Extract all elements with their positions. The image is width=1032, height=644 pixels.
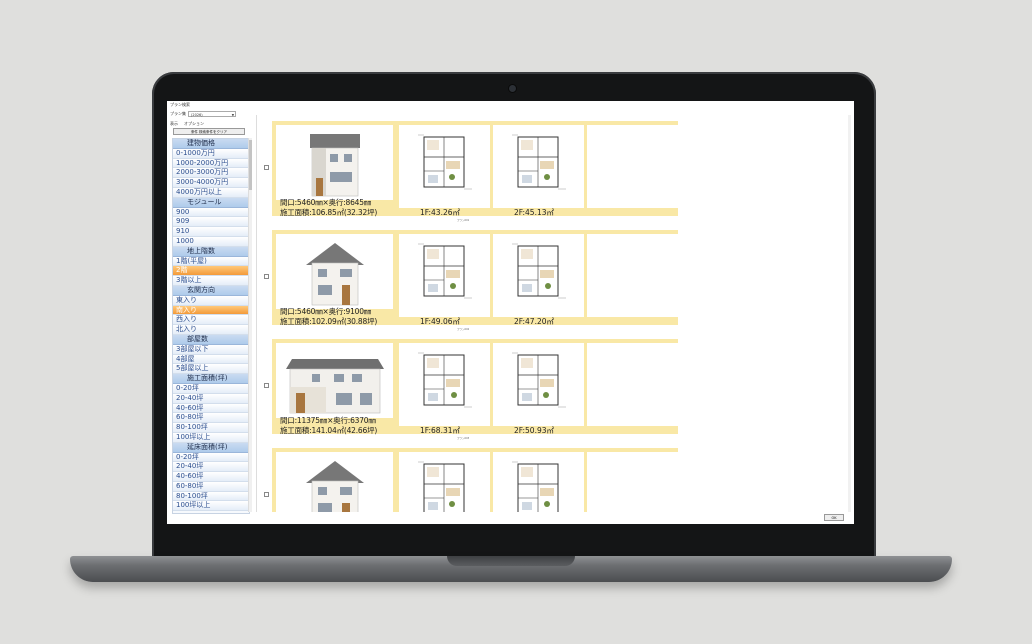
empty-cell xyxy=(587,452,678,512)
plan-area: 施工面積:141.04㎡(42.66坪) xyxy=(280,426,378,435)
filter-option[interactable]: 100坪以上 xyxy=(173,432,249,443)
plan-area: 施工面積:106.85㎡(32.32坪) xyxy=(280,208,378,217)
filter-option[interactable]: 1階(平屋) xyxy=(173,256,249,267)
plan-caption: プラン001 xyxy=(457,219,470,222)
filter-section-header: 地上階数 xyxy=(173,246,249,257)
empty-cell xyxy=(587,234,678,317)
filter-option[interactable]: 20-40坪 xyxy=(173,462,249,473)
filter-option[interactable]: 1000 xyxy=(173,236,249,247)
menu-item-view[interactable]: 表示 xyxy=(170,121,178,127)
plan-card[interactable]: 間口:11375㎜×奥行:6370㎜ 施工面積:141.04㎡(42.66坪) 1F… xyxy=(272,339,678,435)
filter-option[interactable]: 4000万円以上 xyxy=(173,187,249,198)
filter-option[interactable]: 0-20坪 xyxy=(173,452,249,463)
filter-option[interactable]: 3000-4000万円 xyxy=(173,178,249,188)
floor2-area: 2F:47.20㎡ xyxy=(514,317,555,326)
filter-option[interactable]: 40-60坪 xyxy=(173,472,249,482)
plan-caption: プラン003 xyxy=(457,437,470,440)
plan-caption: プラン002 xyxy=(457,328,470,331)
house-exterior-image xyxy=(276,452,393,512)
floor1-area: 1F:49.06㎡ xyxy=(420,317,461,326)
filter-option[interactable]: 910 xyxy=(173,227,249,237)
filter-section-header: 部屋数 xyxy=(173,334,249,345)
floor-plan-image xyxy=(399,452,490,512)
filter-option[interactable]: 60-80坪 xyxy=(173,481,249,492)
plan-set-select[interactable]: (2026) ▼ xyxy=(188,111,236,117)
plan-checkbox[interactable] xyxy=(264,492,269,497)
filter-option[interactable]: 東入り xyxy=(173,295,249,306)
plan-card[interactable] xyxy=(272,448,678,512)
filter-option[interactable]: 5部屋以上 xyxy=(173,364,249,375)
filter-section-header: 施工面積(坪) xyxy=(173,374,249,384)
filter-option[interactable]: 20-40坪 xyxy=(173,393,249,404)
floor-plan-image xyxy=(493,125,584,208)
window-title: プラン検索 xyxy=(170,102,190,107)
filter-option[interactable]: 1000-2000万円 xyxy=(173,158,249,169)
plan-results-pane: 間口:5460㎜×奥行:8645㎜ 施工面積:106.85㎡(32.32坪) 1F:… xyxy=(256,115,854,512)
filter-option[interactable]: 4部屋 xyxy=(173,354,249,365)
plan-card[interactable]: 間口:5460㎜×奥行:9100㎜ 施工面積:102.09㎡(30.88坪) 1F:… xyxy=(272,230,678,326)
plan-set-row: プラン集 (2026) ▼ xyxy=(170,111,236,117)
floor-plan-image xyxy=(399,125,490,208)
filter-option[interactable]: 西入り xyxy=(173,315,249,326)
house-exterior-image xyxy=(276,343,393,418)
filter-option[interactable]: 40-60坪 xyxy=(173,403,249,414)
filter-option[interactable]: 2000-3000万円 xyxy=(173,168,249,179)
floor-plan-image xyxy=(399,234,490,317)
menu-item-options[interactable]: オプション xyxy=(184,121,204,127)
plan-set-label: プラン集 xyxy=(170,111,186,116)
app-window: プラン検索 プラン集 (2026) ▼ 表示 オプション 条件 検索条件をクリア… xyxy=(167,101,854,524)
sidebar-scrollbar[interactable] xyxy=(248,138,252,512)
menu-bar: 表示 オプション xyxy=(170,121,204,127)
filter-option[interactable]: 909 xyxy=(173,217,249,228)
filter-option[interactable]: 南入り xyxy=(173,305,249,316)
clear-conditions-button[interactable]: 条件 検索条件をクリア xyxy=(173,128,245,135)
plan-checkbox[interactable] xyxy=(264,274,269,279)
ok-button[interactable]: OK xyxy=(824,514,844,521)
filter-option[interactable]: 100坪以上 xyxy=(173,501,249,512)
filter-option[interactable]: 3階以上 xyxy=(173,276,249,286)
plan-checkbox[interactable] xyxy=(264,383,269,388)
floor-plan-image xyxy=(493,343,584,426)
empty-cell xyxy=(587,125,678,208)
filter-option[interactable]: 北入り xyxy=(173,325,249,335)
plan-area: 施工面積:102.09㎡(30.88坪) xyxy=(280,317,378,326)
floor1-area: 1F:43.26㎡ xyxy=(420,208,461,217)
filter-section-header: 建物価格 xyxy=(173,139,249,149)
filter-option[interactable]: 900 xyxy=(173,207,249,218)
house-exterior-image xyxy=(276,125,393,200)
plan-checkbox[interactable] xyxy=(264,165,269,170)
filter-section-header: 玄関方向 xyxy=(173,285,249,296)
house-exterior-image xyxy=(276,234,393,309)
floor-plan-image xyxy=(493,452,584,512)
laptop-base xyxy=(70,556,952,582)
laptop-notch xyxy=(447,556,575,566)
filter-option[interactable]: 80-100坪 xyxy=(173,423,249,433)
empty-cell xyxy=(587,343,678,426)
filter-section-header: モジュール xyxy=(173,197,249,208)
scrollbar-thumb[interactable] xyxy=(249,140,252,190)
floor2-area: 2F:45.13㎡ xyxy=(514,208,555,217)
filter-section-header: 延床面積(坪) xyxy=(173,442,249,453)
results-scrollbar[interactable] xyxy=(848,115,851,512)
plan-card[interactable]: 間口:5460㎜×奥行:8645㎜ 施工面積:106.85㎡(32.32坪) 1F:… xyxy=(272,121,678,217)
filter-option[interactable]: 2階 xyxy=(173,266,249,277)
filter-sidebar: 建物価格 0-1000万円 1000-2000万円 2000-3000万円 3000-4… xyxy=(172,138,250,514)
plan-set-value: (2026) xyxy=(191,113,203,117)
floor-plan-image xyxy=(399,343,490,426)
filter-option[interactable]: 80-100坪 xyxy=(173,491,249,502)
floor1-area: 1F:68.31㎡ xyxy=(420,426,461,435)
floor2-area: 2F:50.93㎡ xyxy=(514,426,555,435)
filter-option[interactable]: 60-80坪 xyxy=(173,413,249,424)
filter-option[interactable]: 3部屋以下 xyxy=(173,344,249,355)
chevron-down-icon: ▼ xyxy=(231,113,234,117)
floor-plan-image xyxy=(493,234,584,317)
filter-option[interactable]: 0-20坪 xyxy=(173,383,249,394)
filter-option[interactable]: 0-1000万円 xyxy=(173,148,249,159)
camera-icon xyxy=(509,85,516,92)
